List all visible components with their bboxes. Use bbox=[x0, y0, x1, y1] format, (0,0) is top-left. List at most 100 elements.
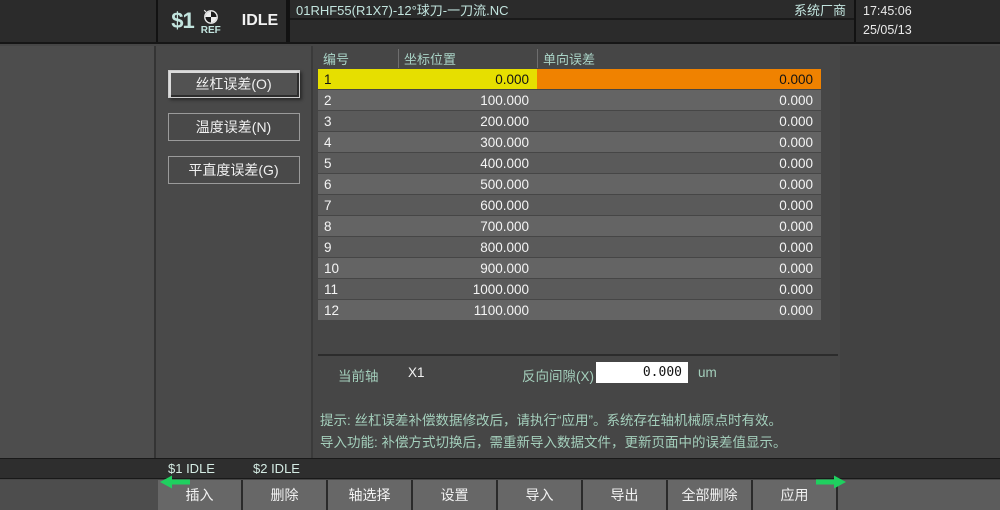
table-row[interactable]: 4 300.000 0.000 bbox=[318, 132, 821, 152]
hint-text: 提示: 丝杠误差补偿数据修改后，请执行“应用”。系统存在轴机械原点时有效。 导入… bbox=[320, 410, 845, 454]
program-title-cell: 01RHF55(R1X7)-12°球刀-一刀流.NC 系统厂商 bbox=[288, 0, 854, 42]
cell-no: 2 bbox=[318, 90, 398, 110]
softkey-delete[interactable]: 删除 bbox=[243, 480, 326, 510]
table-row[interactable]: 6 500.000 0.000 bbox=[318, 174, 821, 194]
channel-1-status: $1 IDLE bbox=[168, 461, 215, 476]
softkey-bar: 插入 删除 轴选择 设置 导入 导出 全部删除 应用 bbox=[0, 480, 1000, 510]
cell-error: 0.000 bbox=[537, 132, 821, 152]
cell-no: 3 bbox=[318, 111, 398, 131]
cell-position: 400.000 bbox=[398, 153, 537, 173]
cell-position: 200.000 bbox=[398, 111, 537, 131]
hint-line-2: 导入功能: 补偿方式切换后，需重新导入数据文件，更新页面中的误差值显示。 bbox=[320, 432, 845, 454]
cell-no: 10 bbox=[318, 258, 398, 278]
softkey-left-spacer bbox=[0, 480, 158, 510]
softkey-export[interactable]: 导出 bbox=[583, 480, 666, 510]
table-row[interactable]: 9 800.000 0.000 bbox=[318, 237, 821, 257]
cell-no: 12 bbox=[318, 300, 398, 320]
current-axis-label: 当前轴 bbox=[338, 365, 379, 385]
cell-no: 11 bbox=[318, 279, 398, 299]
softkey-right-filler bbox=[838, 480, 1000, 510]
cell-position: 0.000 bbox=[398, 69, 537, 89]
program-title-row: 01RHF55(R1X7)-12°球刀-一刀流.NC 系统厂商 bbox=[290, 0, 854, 20]
cell-error: 0.000 bbox=[537, 69, 821, 89]
status-bar: $1 IDLE $2 IDLE bbox=[0, 458, 1000, 479]
cell-no: 5 bbox=[318, 153, 398, 173]
reference-point-icon bbox=[203, 9, 219, 25]
clock-cell: 17:45:06 25/05/13 bbox=[854, 0, 944, 42]
backlash-unit: um bbox=[698, 365, 717, 380]
content-area: 丝杠误差(O) 温度误差(N) 平直度误差(G) 编号 坐标位置 单向误差 1 … bbox=[0, 46, 1000, 458]
page-left-arrow-icon[interactable] bbox=[160, 475, 190, 489]
ref-label: REF bbox=[201, 26, 221, 36]
table-row[interactable]: 3 200.000 0.000 bbox=[318, 111, 821, 131]
channel-cell: $1 REF bbox=[156, 0, 234, 42]
cell-no: 9 bbox=[318, 237, 398, 257]
cell-position: 600.000 bbox=[398, 195, 537, 215]
channel-label: $1 bbox=[171, 8, 193, 34]
table-row[interactable]: 1 0.000 0.000 bbox=[318, 69, 821, 89]
table-row[interactable]: 2 100.000 0.000 bbox=[318, 90, 821, 110]
table-row[interactable]: 12 1100.000 0.000 bbox=[318, 300, 821, 320]
channel-2-status: $2 IDLE bbox=[253, 461, 300, 476]
cell-position: 900.000 bbox=[398, 258, 537, 278]
cell-position: 1100.000 bbox=[398, 300, 537, 320]
sidebar: 丝杠误差(O) 温度误差(N) 平直度误差(G) bbox=[156, 46, 313, 458]
sidebar-item-screw-error[interactable]: 丝杠误差(O) bbox=[168, 70, 300, 98]
cell-no: 1 bbox=[318, 69, 398, 89]
program-title-sub-row bbox=[290, 20, 854, 42]
cell-error: 0.000 bbox=[537, 195, 821, 215]
cell-error: 0.000 bbox=[537, 258, 821, 278]
cell-error: 0.000 bbox=[537, 216, 821, 236]
top-bar-right-spacer bbox=[944, 0, 1000, 42]
cell-no: 4 bbox=[318, 132, 398, 152]
sidebar-item-straightness-error[interactable]: 平直度误差(G) bbox=[168, 156, 300, 184]
cell-position: 300.000 bbox=[398, 132, 537, 152]
cell-error: 0.000 bbox=[537, 300, 821, 320]
date-value: 25/05/13 bbox=[863, 21, 944, 40]
cell-position: 800.000 bbox=[398, 237, 537, 257]
softkey-delete-all[interactable]: 全部删除 bbox=[668, 480, 751, 510]
cell-position: 1000.000 bbox=[398, 279, 537, 299]
top-bar-spacer bbox=[0, 0, 156, 42]
time-value: 17:45:06 bbox=[863, 2, 944, 21]
table-body: 1 0.000 0.000 2 100.000 0.000 3 200.000 … bbox=[318, 69, 821, 320]
current-axis-value: X1 bbox=[408, 365, 425, 380]
cnc-screen: $1 REF IDLE 01RHF55(R1X7)-12°球刀-一刀流.NC 系… bbox=[0, 0, 1000, 510]
column-header-error: 单向误差 bbox=[537, 49, 821, 68]
column-header-no: 编号 bbox=[318, 49, 398, 68]
main-panel: 编号 坐标位置 单向误差 1 0.000 0.000 2 100.000 0.0… bbox=[313, 46, 1000, 458]
softkey-axis-select[interactable]: 轴选择 bbox=[328, 480, 411, 510]
table-row[interactable]: 5 400.000 0.000 bbox=[318, 153, 821, 173]
backlash-label: 反向间隙(X) bbox=[522, 365, 594, 385]
left-empty-pane bbox=[0, 46, 156, 458]
hint-line-1: 提示: 丝杠误差补偿数据修改后，请执行“应用”。系统存在轴机械原点时有效。 bbox=[320, 410, 845, 432]
sidebar-item-temperature-error[interactable]: 温度误差(N) bbox=[168, 113, 300, 141]
backlash-input[interactable] bbox=[596, 362, 688, 383]
cell-error: 0.000 bbox=[537, 90, 821, 110]
cell-error: 0.000 bbox=[537, 279, 821, 299]
program-name: 01RHF55(R1X7)-12°球刀-一刀流.NC bbox=[296, 0, 509, 19]
cell-error: 0.000 bbox=[537, 174, 821, 194]
softkey-settings[interactable]: 设置 bbox=[413, 480, 496, 510]
cell-position: 500.000 bbox=[398, 174, 537, 194]
top-bar: $1 REF IDLE 01RHF55(R1X7)-12°球刀-一刀流.NC 系… bbox=[0, 0, 1000, 44]
cell-error: 0.000 bbox=[537, 111, 821, 131]
cell-no: 6 bbox=[318, 174, 398, 194]
softkey-import[interactable]: 导入 bbox=[498, 480, 581, 510]
cell-position: 100.000 bbox=[398, 90, 537, 110]
column-header-position: 坐标位置 bbox=[398, 49, 537, 68]
axis-section: 当前轴 X1 反向间隙(X) um bbox=[313, 362, 840, 384]
page-right-arrow-icon[interactable] bbox=[816, 475, 846, 489]
compensation-table: 编号 坐标位置 单向误差 1 0.000 0.000 2 100.000 0.0… bbox=[318, 48, 821, 321]
cell-position: 700.000 bbox=[398, 216, 537, 236]
cell-error: 0.000 bbox=[537, 237, 821, 257]
table-row[interactable]: 7 600.000 0.000 bbox=[318, 195, 821, 215]
cell-no: 8 bbox=[318, 216, 398, 236]
main-right-shade bbox=[840, 46, 1000, 458]
table-row[interactable]: 10 900.000 0.000 bbox=[318, 258, 821, 278]
table-header: 编号 坐标位置 单向误差 bbox=[318, 48, 821, 69]
table-row[interactable]: 11 1000.000 0.000 bbox=[318, 279, 821, 299]
reference-indicator: REF bbox=[201, 9, 221, 36]
table-row[interactable]: 8 700.000 0.000 bbox=[318, 216, 821, 236]
section-divider bbox=[318, 354, 838, 356]
